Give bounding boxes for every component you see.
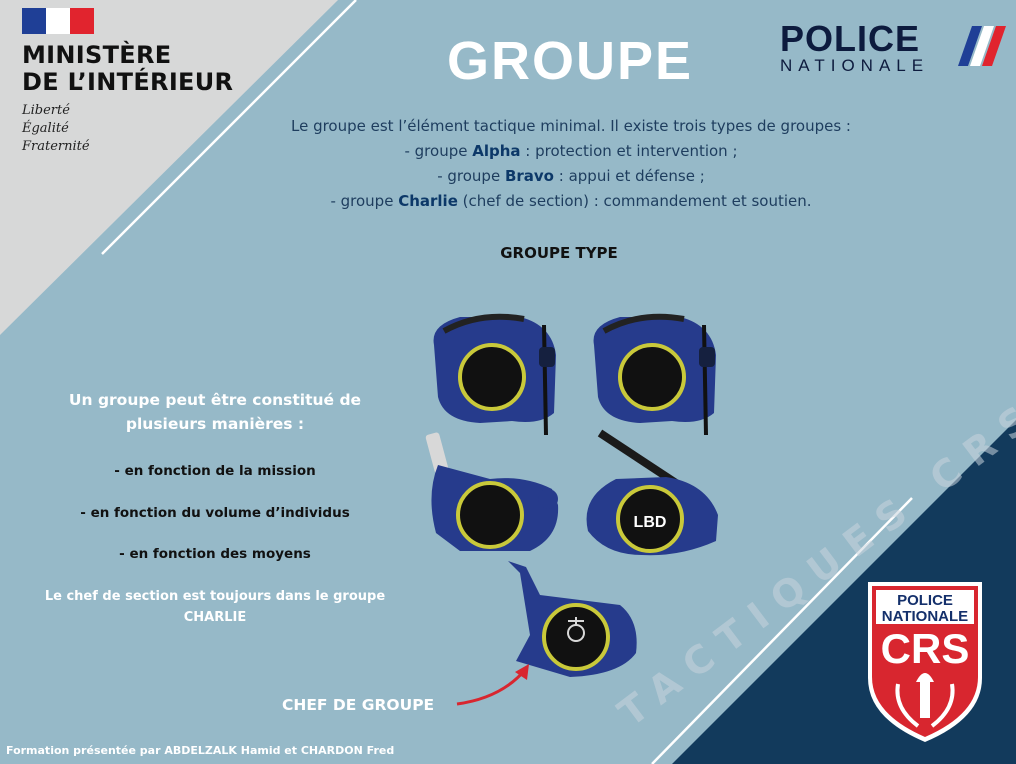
tricolor-stripes-icon (958, 26, 1006, 66)
logo-police-text: POLICE (780, 18, 921, 59)
lbd-label: LBD (634, 514, 667, 531)
page-title: GROUPE (446, 31, 694, 91)
crs-badge-line3: CRS (881, 625, 970, 672)
subheading: GROUPE TYPE (500, 244, 618, 262)
ministry-name-line1: MINISTÈRE (22, 41, 172, 69)
police-nationale-logo: POLICE NATIONALE (780, 18, 1006, 76)
chef-arrow-icon (456, 664, 529, 706)
intro-item-bravo: - groupe Bravo : appui et défense ; (437, 167, 705, 185)
intro-item-alpha: - groupe Alpha : protection et intervent… (404, 142, 738, 160)
intro-line: Le groupe est l’élément tactique minimal… (290, 117, 851, 135)
marianne-flag-icon (22, 8, 94, 34)
left-note: Le chef de section est toujours dans le … (44, 589, 386, 625)
crs-badge-line2: NATIONALE (882, 608, 968, 625)
ministry-name: MINISTÈRE DE L’INTÉRIEUR (22, 42, 233, 96)
logo-nationale-text: NATIONALE (780, 56, 930, 75)
crs-badge-icon: POLICE NATIONALE CRS (868, 582, 982, 742)
officer-top-right-icon (593, 313, 716, 436)
group-formation-illustration: LBD (425, 313, 718, 677)
left-item-volume: - en fonction du volume d’individus (80, 505, 350, 521)
crs-badge-line1: POLICE (897, 592, 953, 609)
officer-middle-left-icon (425, 432, 559, 551)
officer-lbd-icon: LBD (586, 429, 718, 556)
left-title: Un groupe peut être constitué de plusieu… (68, 391, 362, 433)
slide: MINISTÈRE DE L’INTÉRIEUR Liberté Égalité… (0, 0, 1016, 764)
officer-top-left-icon (433, 313, 556, 436)
chef-de-groupe-label: CHEF DE GROUPE (282, 696, 435, 714)
footer-credit: Formation présentée par ABDELZALK Hamid … (6, 744, 395, 757)
ministry-name-line2: DE L’INTÉRIEUR (22, 68, 234, 96)
intro-text: Le groupe est l’élément tactique minimal… (200, 114, 942, 214)
left-column: Un groupe peut être constitué de plusieu… (40, 388, 390, 625)
left-item-mission: - en fonction de la mission (114, 463, 316, 479)
left-item-moyens: - en fonction des moyens (119, 546, 311, 562)
intro-item-charlie: - groupe Charlie (chef de section) : com… (330, 192, 812, 210)
